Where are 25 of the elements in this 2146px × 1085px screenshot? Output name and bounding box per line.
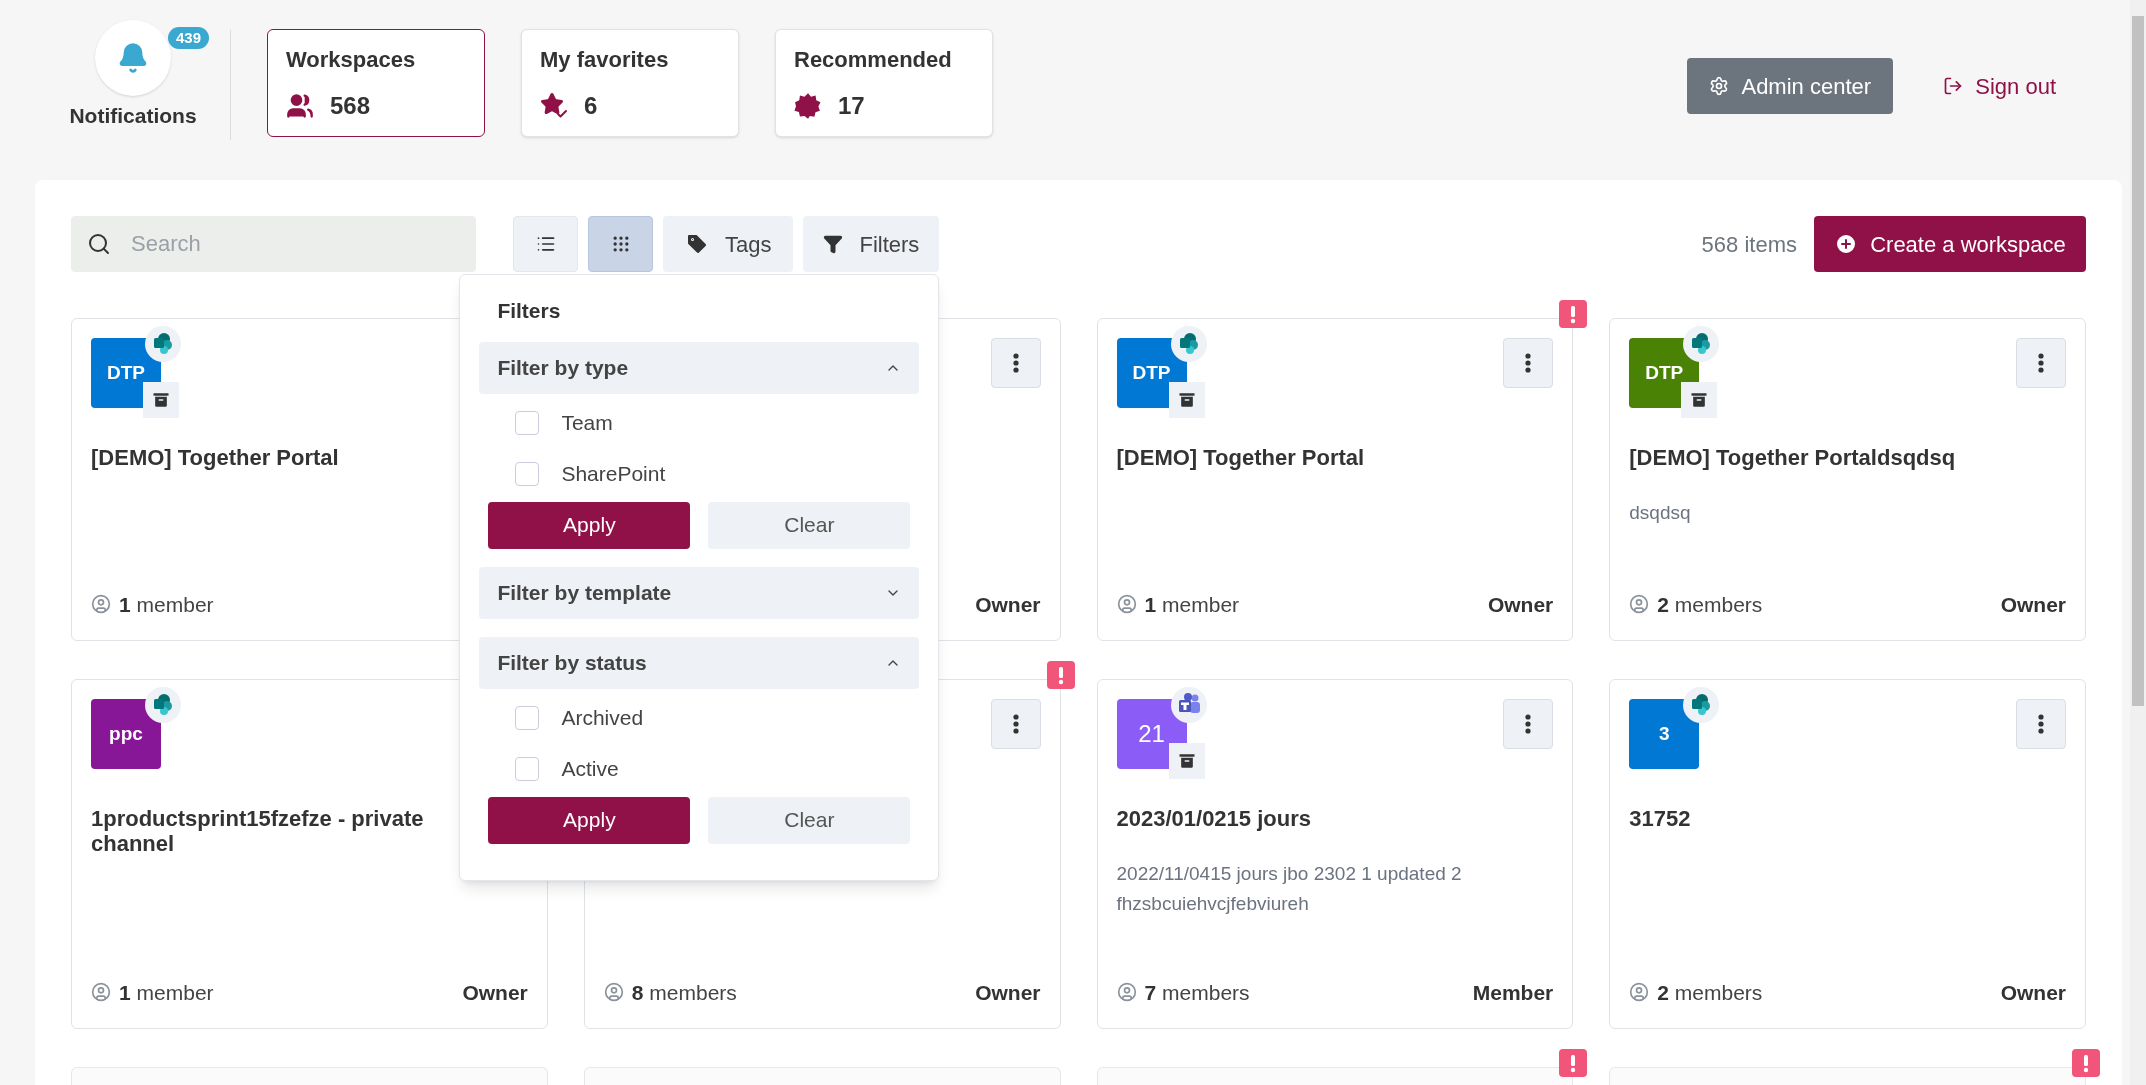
workspace-avatar: 3 xyxy=(1629,699,1700,769)
role-label: Owner xyxy=(975,591,1041,618)
member-count: 2 members xyxy=(1657,591,1763,618)
role-label: Owner xyxy=(975,979,1041,1006)
notifications-label: Notifications xyxy=(69,103,197,129)
workspace-description: dsqdsq xyxy=(1629,501,1692,525)
workspace-avatar: ppc xyxy=(91,699,161,769)
role-label: Owner xyxy=(2000,979,2066,1006)
member-count: 1 member xyxy=(119,979,214,1006)
workspace-description: 2022/11/0415 jours jbo 2302 1 updated 2 fhzsbcuiehvcjfebviureh xyxy=(1116,862,1463,916)
role-label: Owner xyxy=(462,979,528,1006)
role-label: Owner xyxy=(2000,591,2066,618)
member-count: 7 members xyxy=(1144,979,1250,1006)
role-label: Owner xyxy=(1487,591,1554,618)
member-count: 8 members xyxy=(631,979,737,1006)
member-count: 1 member xyxy=(1144,591,1240,618)
item-count: 568 items xyxy=(1701,230,1797,259)
member-count: 1 member xyxy=(119,591,214,618)
role-label: Member xyxy=(1472,979,1554,1006)
option-label: Team xyxy=(561,410,613,437)
member-count: 2 members xyxy=(1657,979,1763,1006)
notification-count: 439 xyxy=(167,27,209,49)
option-label: Archived xyxy=(561,705,644,732)
option-label: SharePoint xyxy=(561,461,666,488)
option-label: Active xyxy=(561,756,619,783)
